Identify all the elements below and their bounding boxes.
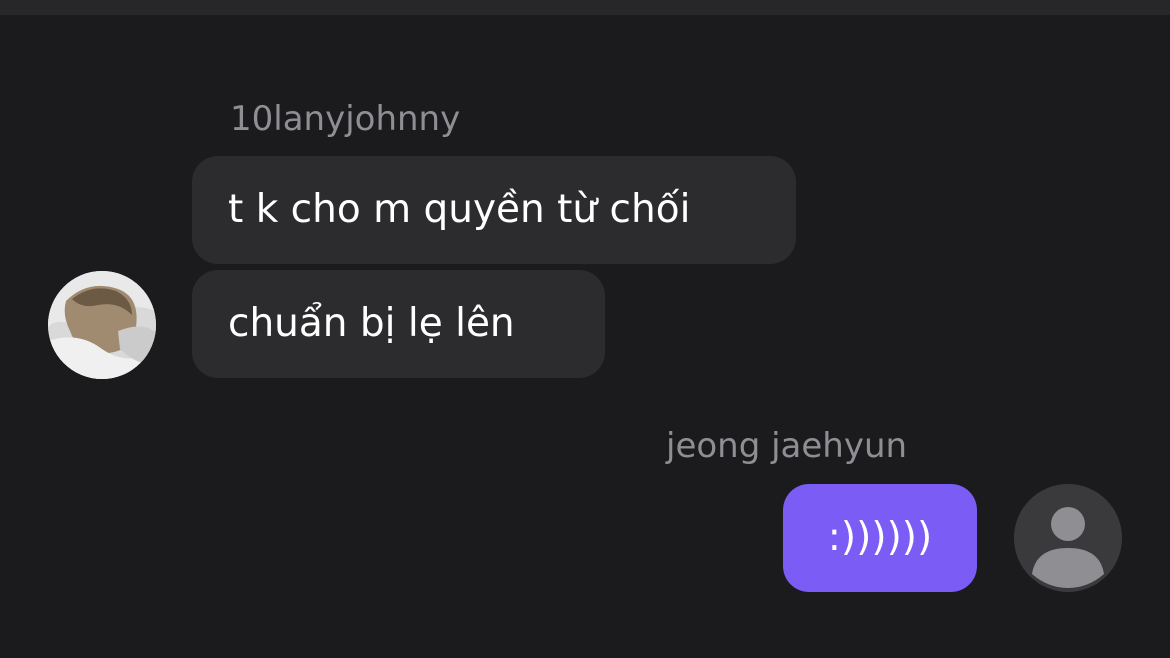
sender-name: jeong jaehyun [666,426,908,466]
sender-name: 10lanyjohnny [230,99,461,139]
message-bubble[interactable]: chuẩn bị lẹ lên [192,270,605,378]
default-user-icon [1014,484,1122,592]
message-bubble[interactable]: :)))))) [783,484,977,592]
avatar[interactable] [1014,484,1122,592]
user-photo-icon [48,271,156,379]
avatar[interactable] [48,271,156,379]
top-bar [0,0,1170,15]
message-bubble[interactable]: t k cho m quyền từ chối [192,156,796,264]
